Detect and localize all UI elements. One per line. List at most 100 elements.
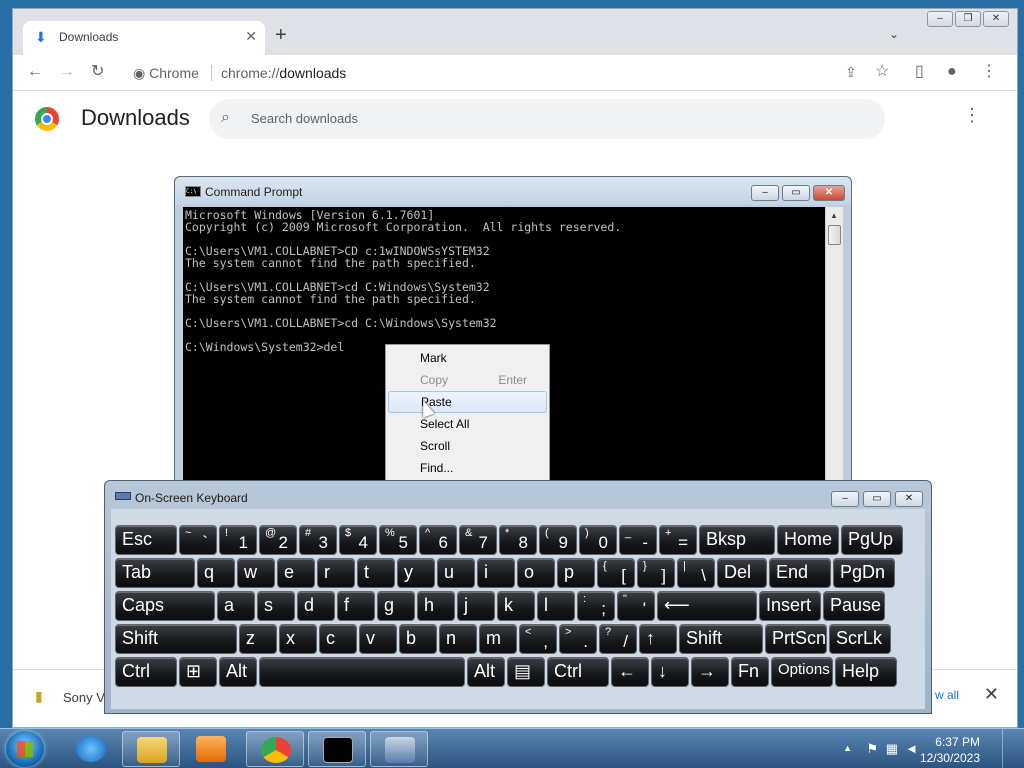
key-r4c8[interactable]: ↓ bbox=[651, 657, 689, 687]
search-downloads-input[interactable]: ⌕ Search downloads bbox=[209, 99, 885, 139]
menu-item-select-all[interactable]: Select All bbox=[388, 413, 547, 435]
key-k[interactable]: k bbox=[497, 591, 535, 621]
key-r1c11[interactable]: {[ bbox=[597, 558, 635, 588]
minimize-button[interactable]: – bbox=[927, 11, 953, 27]
key-tab[interactable]: Tab bbox=[115, 558, 195, 588]
key-shift[interactable]: Shift bbox=[679, 624, 763, 654]
key-a[interactable]: a bbox=[217, 591, 255, 621]
key-ctrl[interactable]: Ctrl bbox=[547, 657, 609, 687]
key-j[interactable]: j bbox=[457, 591, 495, 621]
key-help[interactable]: Help bbox=[835, 657, 897, 687]
profile-icon[interactable]: ● bbox=[947, 62, 957, 82]
cmd-scrollbar[interactable]: ▲ bbox=[825, 207, 843, 493]
menu-item-scroll[interactable]: Scroll bbox=[388, 435, 547, 457]
key-s[interactable]: s bbox=[257, 591, 295, 621]
osk-close-button[interactable]: ✕ bbox=[895, 491, 923, 507]
clock-time[interactable]: 6:37 PM bbox=[900, 735, 980, 749]
key-home[interactable]: Home bbox=[777, 525, 839, 555]
key-r2c10[interactable]: :; bbox=[577, 591, 615, 621]
key-q[interactable]: q bbox=[197, 558, 235, 588]
key-z[interactable]: z bbox=[239, 624, 277, 654]
menu-item-mark[interactable]: Mark bbox=[388, 347, 547, 369]
key-r3c8[interactable]: <, bbox=[519, 624, 557, 654]
key-i[interactable]: i bbox=[477, 558, 515, 588]
menu-item-paste[interactable]: Paste bbox=[388, 391, 547, 413]
key-r1c12[interactable]: }] bbox=[637, 558, 675, 588]
key-caps[interactable]: Caps bbox=[115, 591, 215, 621]
key-7[interactable]: & 7 bbox=[459, 525, 497, 555]
key-r0c12[interactable]: _ - bbox=[619, 525, 657, 555]
key-d[interactable]: d bbox=[297, 591, 335, 621]
tab-downloads[interactable]: ⬇ Downloads ✕ bbox=[23, 21, 265, 55]
key-1[interactable]: ! 1 bbox=[219, 525, 257, 555]
key-n[interactable]: n bbox=[439, 624, 477, 654]
key-scrlk[interactable]: ScrLk bbox=[829, 624, 891, 654]
address-bar[interactable]: ◉ Chrome chrome://downloads bbox=[123, 59, 883, 87]
new-tab-button[interactable]: + bbox=[275, 25, 287, 45]
key-r[interactable]: r bbox=[317, 558, 355, 588]
key-r4c1[interactable]: ⊞ bbox=[179, 657, 217, 687]
cmd-close-button[interactable]: ✕ bbox=[813, 185, 845, 201]
cmd-titlebar[interactable]: C:\ Command Prompt – ▭ ✕ bbox=[175, 177, 851, 205]
key-c[interactable]: c bbox=[319, 624, 357, 654]
key-pgup[interactable]: PgUp bbox=[841, 525, 903, 555]
key-ctrl[interactable]: Ctrl bbox=[115, 657, 177, 687]
show-hidden-icons-icon[interactable]: ▲ bbox=[843, 743, 852, 753]
cmd-maximize-button[interactable]: ▭ bbox=[782, 185, 810, 201]
key-p[interactable]: p bbox=[557, 558, 595, 588]
taskbar-chrome[interactable] bbox=[246, 731, 304, 767]
key-insert[interactable]: Insert bbox=[759, 591, 821, 621]
key-space[interactable] bbox=[259, 657, 465, 687]
key-bksp[interactable]: Bksp bbox=[699, 525, 775, 555]
taskbar-cmd[interactable] bbox=[308, 731, 366, 767]
key-e[interactable]: e bbox=[277, 558, 315, 588]
key-options[interactable]: Options bbox=[771, 657, 833, 687]
key-w[interactable]: w bbox=[237, 558, 275, 588]
menu-item-find[interactable]: Find... bbox=[388, 457, 547, 479]
cmd-minimize-button[interactable]: – bbox=[751, 185, 779, 201]
taskbar-osk[interactable] bbox=[370, 731, 428, 767]
key-fn[interactable]: Fn bbox=[731, 657, 769, 687]
osk-titlebar[interactable]: On-Screen Keyboard – ▭ ✕ bbox=[105, 481, 931, 509]
key-y[interactable]: y bbox=[397, 558, 435, 588]
key-r3c9[interactable]: >. bbox=[559, 624, 597, 654]
key-b[interactable]: b bbox=[399, 624, 437, 654]
key-9[interactable]: (9 bbox=[539, 525, 577, 555]
osk-maximize-button[interactable]: ▭ bbox=[863, 491, 891, 507]
key-alt[interactable]: Alt bbox=[219, 657, 257, 687]
key-f[interactable]: f bbox=[337, 591, 375, 621]
taskbar-explorer[interactable] bbox=[122, 731, 180, 767]
scroll-thumb[interactable] bbox=[828, 225, 841, 245]
key-r2c12[interactable]: ⟵ bbox=[657, 591, 757, 621]
key-v[interactable]: v bbox=[359, 624, 397, 654]
start-button[interactable] bbox=[6, 731, 44, 767]
key-t[interactable]: t bbox=[357, 558, 395, 588]
key-r0c13[interactable]: + = bbox=[659, 525, 697, 555]
key-pause[interactable]: Pause bbox=[823, 591, 885, 621]
key-r2c11[interactable]: " ' bbox=[617, 591, 655, 621]
show-all-link[interactable]: w all bbox=[935, 688, 959, 702]
taskbar-media-player[interactable] bbox=[182, 731, 240, 767]
action-center-icon[interactable]: ⚑ bbox=[866, 741, 878, 757]
key-l[interactable]: l bbox=[537, 591, 575, 621]
key-shift[interactable]: Shift bbox=[115, 624, 237, 654]
key-r0c1[interactable]: ~ ` bbox=[179, 525, 217, 555]
tab-search-button[interactable]: ⌄ bbox=[889, 27, 899, 41]
taskbar-ie[interactable] bbox=[62, 731, 120, 767]
key-r4c9[interactable]: → bbox=[691, 657, 729, 687]
key-end[interactable]: End bbox=[769, 558, 831, 588]
maximize-button[interactable]: ❐ bbox=[955, 11, 981, 27]
key-pgdn[interactable]: PgDn bbox=[833, 558, 895, 588]
network-icon[interactable]: ▦ bbox=[886, 741, 898, 757]
key-6[interactable]: ^ 6 bbox=[419, 525, 457, 555]
key-g[interactable]: g bbox=[377, 591, 415, 621]
key-2[interactable]: @2 bbox=[259, 525, 297, 555]
tab-close-button[interactable]: ✕ bbox=[245, 28, 257, 45]
show-desktop-button[interactable] bbox=[1002, 729, 1016, 768]
key-u[interactable]: u bbox=[437, 558, 475, 588]
share-icon[interactable]: ⇪ bbox=[845, 62, 857, 82]
key-x[interactable]: x bbox=[279, 624, 317, 654]
key-8[interactable]: * 8 bbox=[499, 525, 537, 555]
scroll-up-arrow-icon[interactable]: ▲ bbox=[830, 211, 838, 220]
key-m[interactable]: m bbox=[479, 624, 517, 654]
